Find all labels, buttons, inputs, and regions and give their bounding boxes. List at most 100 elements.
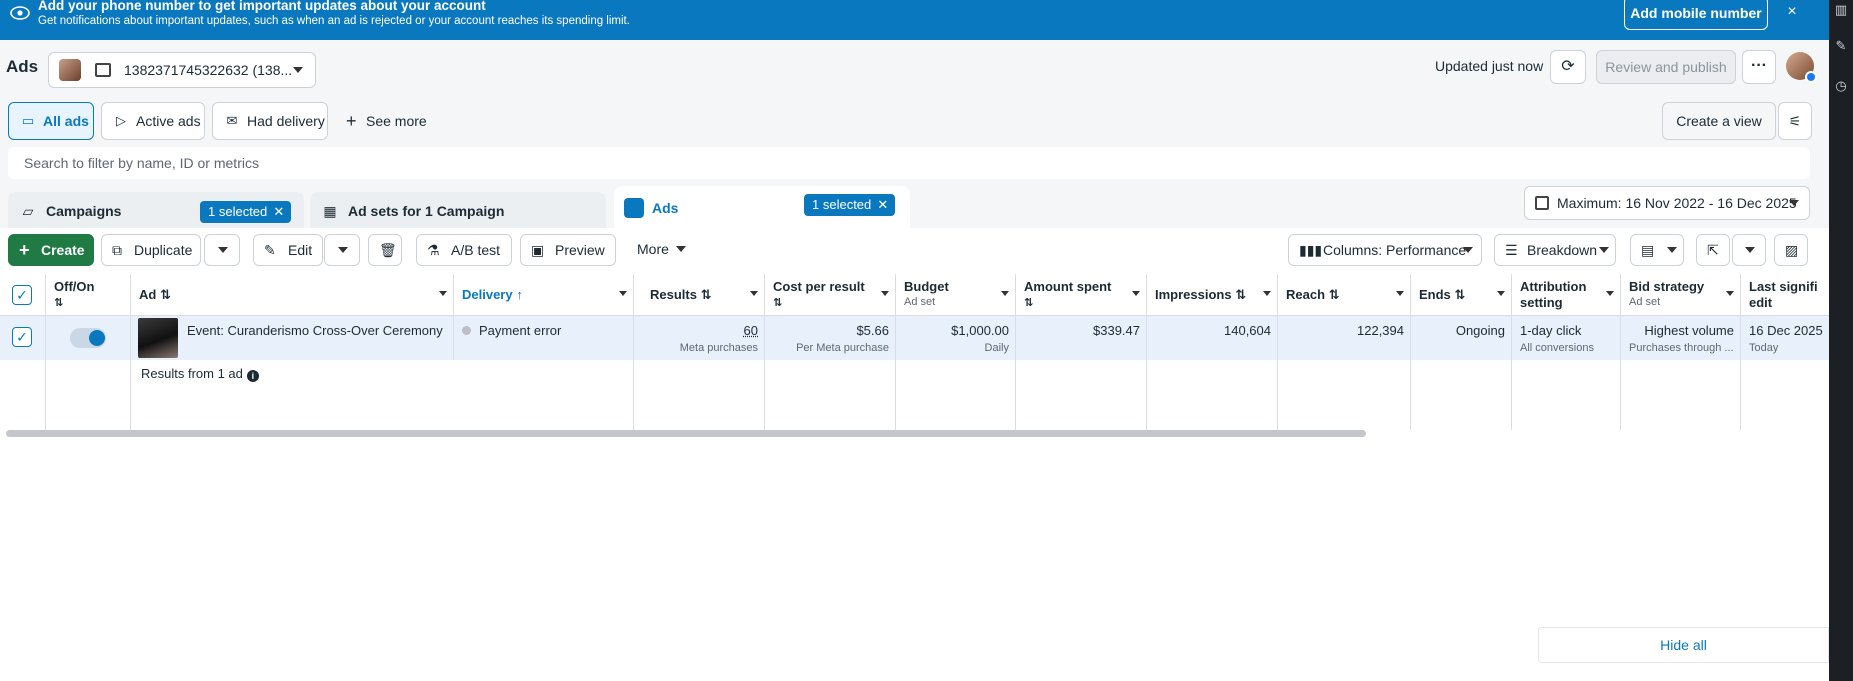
sort-icon[interactable]: ⇅ — [54, 296, 63, 309]
column-header-attribution[interactable]: Attribution setting — [1512, 274, 1621, 316]
campaigns-selection-chip[interactable]: 1 selected ✕ — [200, 201, 292, 223]
tab-campaigns-label: Campaigns — [46, 203, 122, 219]
chevron-down-icon[interactable] — [439, 291, 447, 296]
see-more-button[interactable]: + See more — [346, 102, 427, 140]
reach-cell: 122,394 — [1278, 316, 1411, 360]
column-divider — [1621, 360, 1741, 430]
column-header-budget[interactable]: Budget Ad set — [896, 274, 1016, 316]
chevron-down-icon[interactable] — [1263, 291, 1271, 296]
create-button[interactable]: + Create — [8, 234, 94, 266]
ad-thumbnail[interactable] — [138, 318, 178, 358]
search-input[interactable] — [8, 147, 1810, 179]
column-title: Bid strategy — [1629, 279, 1705, 294]
sort-icon[interactable]: ⇅ — [1024, 296, 1033, 309]
column-divider — [896, 360, 1016, 430]
create-view-button[interactable]: Create a view — [1662, 102, 1776, 140]
horizontal-scrollbar[interactable] — [6, 430, 1366, 437]
view-settings-button[interactable]: ⚟ — [1778, 102, 1812, 140]
page-title: Ads — [6, 57, 39, 76]
column-header-bid-strategy[interactable]: Bid strategy Ad set — [1621, 274, 1741, 316]
top-header: Ads 1382371745322632 (138... Updated jus… — [0, 40, 1829, 94]
select-all-checkbox[interactable]: ✓ — [12, 285, 32, 305]
tab-ads[interactable]: Ads 1 selected ✕ — [614, 186, 910, 230]
toggle-knob — [89, 330, 105, 346]
search-field[interactable] — [8, 147, 1810, 179]
bar-chart-icon[interactable]: ▥ — [1833, 2, 1849, 18]
review-and-publish-button[interactable]: Review and publish — [1596, 50, 1736, 84]
date-range-picker[interactable]: Maximum: 16 Nov 2022 - 16 Dec 2025 — [1524, 186, 1810, 220]
column-header-impressions[interactable]: Impressions ⇅ — [1147, 274, 1278, 316]
clear-selection-icon[interactable]: ✕ — [877, 194, 888, 216]
columns-button[interactable]: ▮▮▮ Columns: Performance — [1288, 234, 1482, 266]
column-title-line2: setting — [1520, 295, 1563, 310]
column-header-ends[interactable]: Ends ⇅ — [1411, 274, 1512, 316]
clear-selection-icon[interactable]: ✕ — [273, 201, 284, 223]
chevron-down-icon[interactable] — [1132, 291, 1140, 296]
column-header-cost-per-result[interactable]: Cost per result ⇅ — [765, 274, 896, 316]
amount-spent-cell: $339.47 — [1016, 316, 1147, 360]
more-options-button[interactable]: ··· — [1742, 50, 1776, 84]
chevron-down-icon[interactable] — [750, 291, 758, 296]
delete-button[interactable]: 🗑 — [368, 234, 402, 266]
bid-strategy-value: Highest volume — [1644, 323, 1734, 338]
account-selector[interactable]: 1382371745322632 (138... — [48, 52, 316, 88]
view-active-ads[interactable]: ▷ Active ads — [101, 102, 205, 140]
cost-per-result-subtext: Per Meta purchase — [796, 342, 889, 354]
chevron-down-icon — [1463, 247, 1473, 253]
breakdown-icon: ☰ — [1505, 242, 1518, 258]
reports-button[interactable]: ▤ — [1630, 234, 1684, 266]
results-value[interactable]: 60 — [744, 323, 758, 338]
views-bar: ▭ All ads ▷ Active ads ✉ Had delivery + … — [0, 94, 1829, 146]
close-icon[interactable]: × — [1783, 2, 1801, 22]
export-button[interactable]: ⇱ — [1696, 234, 1730, 266]
row-checkbox[interactable]: ✓ — [12, 327, 32, 347]
budget-value: $1,000.00 — [951, 323, 1009, 338]
chevron-down-icon[interactable] — [1606, 291, 1614, 296]
preview-button[interactable]: ▣ Preview — [520, 234, 616, 266]
charts-button[interactable]: ▨ — [1774, 234, 1808, 266]
duplicate-menu-button[interactable] — [204, 234, 240, 266]
view-all-ads[interactable]: ▭ All ads — [8, 102, 94, 140]
sort-icon[interactable]: ⇅ — [773, 296, 782, 309]
tab-campaigns[interactable]: ▱ Campaigns 1 selected ✕ — [8, 192, 304, 230]
edit-menu-button[interactable] — [324, 234, 360, 266]
column-header-amount-spent[interactable]: Amount spent ⇅ — [1016, 274, 1147, 316]
export-menu-button[interactable] — [1732, 234, 1766, 266]
info-icon[interactable]: i — [246, 370, 259, 382]
ads-selection-chip[interactable]: 1 selected ✕ — [804, 194, 896, 216]
pencil-icon[interactable]: ✎ — [1833, 38, 1849, 54]
flask-icon: ⚗ — [427, 242, 440, 258]
image-icon: ▣ — [531, 242, 545, 258]
chevron-down-icon[interactable] — [881, 291, 889, 296]
chevron-down-icon[interactable] — [619, 291, 627, 296]
tab-ad-sets[interactable]: ▦ Ad sets for 1 Campaign — [310, 192, 606, 230]
chevron-down-icon — [1667, 247, 1677, 253]
duplicate-button[interactable]: ⧉ Duplicate — [101, 234, 201, 266]
tab-ad-sets-label: Ad sets for 1 Campaign — [348, 203, 505, 219]
edit-button[interactable]: ✎ Edit — [253, 234, 323, 266]
view-had-delivery[interactable]: ✉ Had delivery — [212, 102, 328, 140]
add-mobile-number-button[interactable]: Add mobile number — [1624, 0, 1768, 30]
chevron-down-icon[interactable] — [1001, 291, 1009, 296]
ad-on-off-toggle[interactable] — [70, 328, 106, 348]
breakdown-button[interactable]: ☰ Breakdown — [1494, 234, 1616, 266]
column-header-last-edit[interactable]: Last signifi edit — [1741, 274, 1829, 316]
account-avatar — [59, 59, 81, 81]
chevron-down-icon[interactable] — [1726, 291, 1734, 296]
column-header-delivery[interactable]: Delivery ↑ — [454, 274, 634, 316]
avatar[interactable] — [1786, 52, 1817, 83]
chevron-down-icon[interactable] — [1396, 291, 1404, 296]
chevron-down-icon[interactable] — [1497, 291, 1505, 296]
clock-icon[interactable]: ◷ — [1833, 78, 1849, 94]
row-select-cell: ✓ — [0, 316, 46, 360]
column-header-ad[interactable]: Ad ⇅ — [131, 274, 454, 316]
ad-name-link[interactable]: Event: Curanderismo Cross-Over Ceremony — [187, 323, 443, 338]
more-button[interactable]: More — [624, 234, 698, 266]
column-header-results[interactable]: Results ⇅ — [634, 274, 765, 316]
hide-all-button[interactable]: Hide all — [1538, 627, 1829, 663]
trash-icon: 🗑 — [379, 242, 397, 258]
column-header-off-on[interactable]: Off/On ⇅ — [46, 274, 131, 316]
column-header-reach[interactable]: Reach ⇅ — [1278, 274, 1411, 316]
ab-test-button[interactable]: ⚗ A/B test — [416, 234, 512, 266]
refresh-button[interactable]: ⟳ — [1550, 50, 1586, 84]
